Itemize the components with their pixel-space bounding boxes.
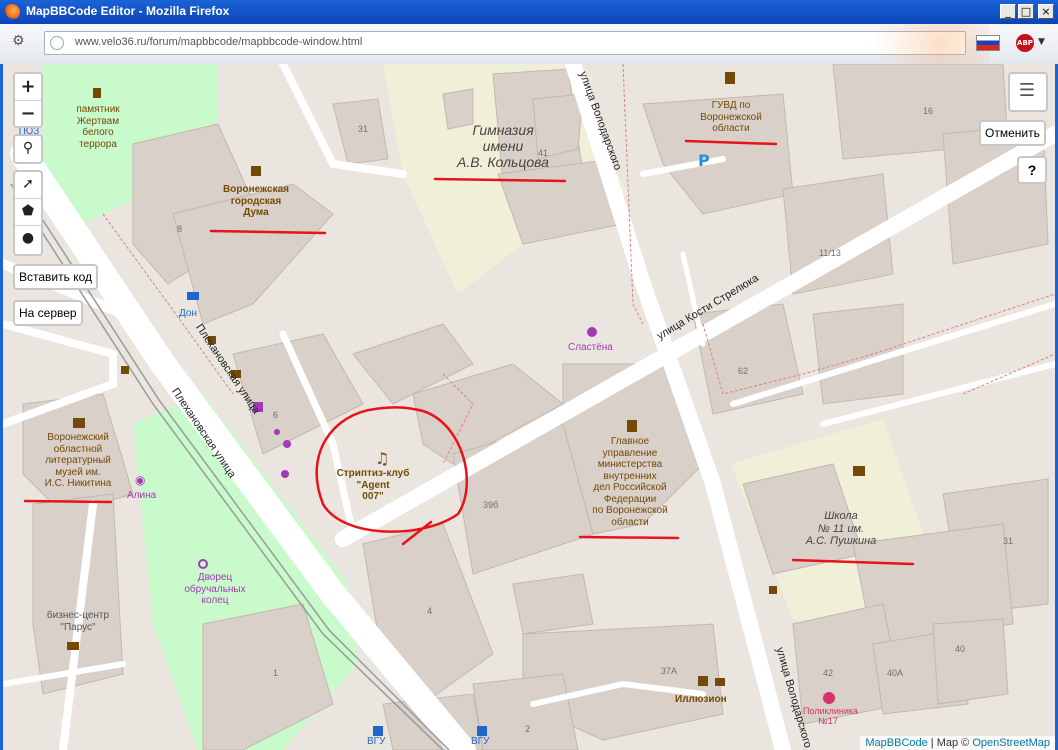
building [232,333,364,455]
polyline-icon[interactable]: ➚ [15,172,41,199]
police-icon [725,72,735,84]
russian-flag-icon[interactable] [976,35,1000,51]
beauty-icon: ◉ [135,473,145,487]
label-house-4: 4 [427,606,433,616]
window-titlebar: MapBBCode Editor - Mozilla Firefox _ □ × [0,0,1058,24]
paste-code-button[interactable]: Вставить код [13,264,98,290]
search-control[interactable]: ⚲ [13,134,43,164]
cancel-button[interactable]: Отменить [979,120,1046,146]
label-mvd: Главное управление министерства внутренн… [592,436,668,528]
label-parus: бизнес-центр "Парус" [46,610,110,633]
adblock-icon[interactable]: ABP [1016,34,1034,52]
label-slastena: Сластёна [568,342,613,353]
label-house-39b: 39б [483,500,499,510]
help-button[interactable]: ? [1017,156,1047,184]
label-house-40: 40 [955,644,966,654]
label-club: Стриптиз-клуб "Agent 007" [336,468,410,502]
florist-icon [283,440,291,448]
label-illusion: Иллюзион [675,694,727,705]
hotel-icon [187,292,199,300]
label-palace: Дворец обручальных колец [184,572,246,606]
attribution-separator: | Map © [927,737,973,749]
osm-link[interactable]: OpenStreetMap [972,737,1050,749]
globe-icon [50,36,64,50]
close-button[interactable]: × [1038,4,1054,19]
cinema-icon [698,676,708,686]
zoom-control: + − [13,72,43,128]
label-monument: памятник Жертвам белого террора [76,104,120,150]
label-alina: Алина [127,490,157,501]
identity-icon[interactable]: ⚙ [12,33,30,51]
draw-toolbar: ➚ ⬟ ● [13,170,43,256]
building [512,573,594,635]
townhall-icon [251,166,261,176]
label-duma: Воронежская городская Дума [223,184,289,218]
label-house-8: 8 [177,224,183,234]
bookshop-icon [769,586,777,594]
to-server-button[interactable]: На сервер [13,300,83,326]
window-title: MapBBCode Editor - Mozilla Firefox [26,4,230,18]
music-icon: ♫ [375,449,389,468]
chevron-down-icon[interactable]: ▼ [1038,37,1045,47]
zoom-out-button[interactable]: − [15,101,41,127]
layers-control[interactable]: ☰ [1008,72,1048,112]
mapbbcode-link[interactable]: MapBBCode [865,737,927,749]
navigation-bar: ⚙ www.velo36.ru/forum/mapbbcode/mapbbcod… [0,24,1058,65]
school-icon [853,466,865,476]
annotation-underline [578,535,680,540]
minimize-button[interactable]: _ [1000,4,1016,19]
firefox-icon [4,4,20,20]
map-view[interactable]: ♫ P ◉ ТЮЗ памятник Жертвам белого террор… [0,64,1058,750]
clinic-icon [823,692,835,704]
label-vgu-stop-1: ВГУ [367,736,386,747]
label-house-42: 42 [823,668,834,678]
label-house-1: 1 [273,668,279,678]
label-don: Дон [179,308,197,319]
maximize-button[interactable]: □ [1018,4,1034,19]
label-house-6: 6 [273,410,279,420]
boundary-line [962,353,1055,395]
polygon-icon[interactable]: ⬟ [15,199,41,226]
police-icon [627,420,637,432]
map-attribution: MapBBCode | Map © OpenStreetMap [860,736,1055,750]
search-icon[interactable]: ⚲ [15,136,41,162]
confectionery-icon [587,327,597,337]
layers-icon[interactable]: ☰ [1014,78,1040,104]
cafe-icon [715,678,725,686]
monument-icon [93,88,101,98]
label-house-16: 16 [923,106,934,116]
bookshop-icon [121,366,129,374]
museum-icon [73,418,85,428]
label-house-62: 62 [738,366,749,376]
gift-icon [281,470,289,478]
parking-icon: P [698,151,710,170]
bus-stop-icon [373,726,383,736]
label-house-2: 2 [525,724,531,734]
building [932,618,1009,705]
label-house-31: 31 [358,124,369,134]
bus-stop-icon [477,726,487,736]
url-text: www.velo36.ru/forum/mapbbcode/mapbbcode-… [75,36,363,48]
annotation-underline [23,499,113,504]
zoom-in-button[interactable]: + [15,74,41,101]
label-house-11-13: 11/13 [819,248,841,258]
label-gvud: ГУВД по Воронежской области [700,100,762,134]
url-bar[interactable]: www.velo36.ru/forum/mapbbcode/mapbbcode-… [44,31,966,55]
label-house-41: 41 [538,148,549,158]
money-icon [67,642,79,650]
label-house-31-right: 31 [1003,536,1014,546]
label-house-37a: 37А [661,666,678,676]
label-museum: Воронежский областной литературный музей… [44,432,112,489]
theme-decoration [830,24,990,64]
marker-icon[interactable]: ● [15,226,41,252]
label-polyclinic: Поликлиника №17 [803,706,859,727]
label-school: Школа № 11 им. А.С. Пушкина [805,510,877,548]
label-gymnasium: Гимназия имени А.В. Кольцова [457,122,549,171]
label-vgu-stop-2: ВГУ [471,736,490,747]
label-house-40a: 40А [887,668,904,678]
road [680,251,706,347]
